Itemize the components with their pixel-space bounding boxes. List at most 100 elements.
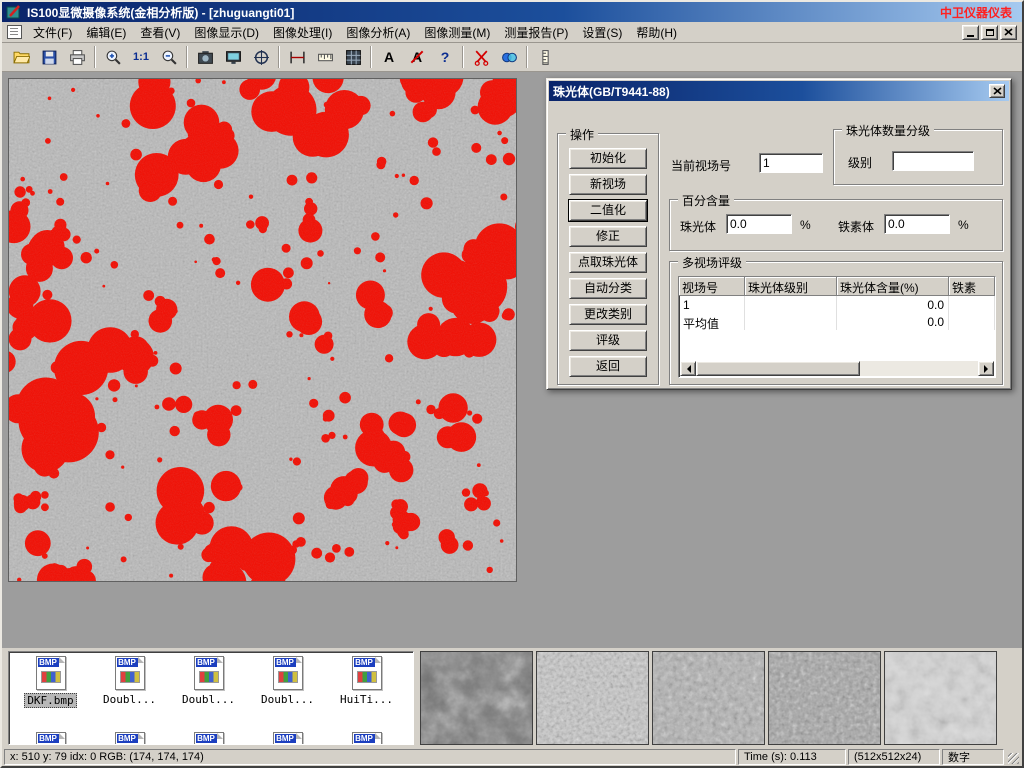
file-item-partial[interactable]: BMP: [169, 732, 248, 745]
header-level: 珠光体级别: [745, 277, 837, 296]
current-field-input[interactable]: [759, 153, 823, 173]
resize-grip[interactable]: [1006, 749, 1020, 765]
header-pearlite-content: 珠光体含量(%): [837, 277, 949, 296]
mdi-child-controls: [962, 25, 1019, 40]
ferrite-percent-input[interactable]: [884, 214, 950, 234]
correct-button[interactable]: 修正: [569, 226, 647, 247]
file-item[interactable]: BMP Doubl...: [169, 656, 248, 708]
menu-image-process[interactable]: 图像处理(I): [266, 22, 339, 43]
binarize-button[interactable]: 二值化: [569, 200, 647, 221]
new-field-button[interactable]: 新视场: [569, 174, 647, 195]
menu-edit[interactable]: 编辑(E): [79, 22, 133, 43]
menu-file[interactable]: 文件(F): [26, 22, 79, 43]
file-name: HuiTi...: [337, 693, 396, 706]
pearlite-percent-input[interactable]: [726, 214, 792, 234]
thumbnail[interactable]: [536, 651, 649, 745]
cell-ferrite: [949, 296, 995, 313]
menu-settings[interactable]: 设置(S): [575, 22, 629, 43]
font-style-icon[interactable]: A: [404, 45, 430, 69]
file-item[interactable]: BMP Doubl...: [248, 656, 327, 708]
dialog-close-button[interactable]: [989, 84, 1005, 98]
child-close-button[interactable]: [1000, 25, 1017, 40]
specimen-image[interactable]: [8, 78, 517, 582]
calipers-icon[interactable]: [284, 45, 310, 69]
thumbnail-strip: [420, 651, 997, 745]
file-name: Doubl...: [179, 693, 238, 706]
toolbar-separator: [462, 46, 464, 68]
child-restore-button[interactable]: [981, 25, 998, 40]
menu-report[interactable]: 测量报告(P): [497, 22, 575, 43]
pick-pearlite-button[interactable]: 点取珠光体: [569, 252, 647, 273]
target-icon[interactable]: [248, 45, 274, 69]
toolbar-separator: [278, 46, 280, 68]
child-minimize-button[interactable]: [962, 25, 979, 40]
color-select-icon[interactable]: [496, 45, 522, 69]
thumbnail[interactable]: [884, 651, 997, 745]
font-icon[interactable]: A: [376, 45, 402, 69]
app-icon: [6, 4, 22, 20]
file-item[interactable]: BMP HuiTi...: [327, 656, 406, 708]
return-button[interactable]: 返回: [569, 356, 647, 377]
menu-view[interactable]: 查看(V): [133, 22, 187, 43]
save-icon[interactable]: [36, 45, 62, 69]
dialog-title-bar: 珠光体(GB/T9441-88): [549, 81, 1009, 101]
bmp-file-icon: BMP: [115, 656, 145, 690]
initialize-button[interactable]: 初始化: [569, 148, 647, 169]
file-item[interactable]: BMP DKF.bmp: [11, 656, 90, 708]
header-ferrite: 铁素: [949, 277, 995, 296]
toolbar-separator: [186, 46, 188, 68]
file-item-partial[interactable]: BMP: [248, 732, 327, 745]
bmp-file-icon: BMP: [352, 656, 382, 690]
grid-icon[interactable]: [340, 45, 366, 69]
close-icon: [993, 87, 1002, 95]
thumbnail[interactable]: [420, 651, 533, 745]
zoom-in-icon[interactable]: [100, 45, 126, 69]
minimize-icon: [967, 35, 974, 37]
cell-pearlite: 0.0: [837, 296, 949, 313]
print-icon[interactable]: [64, 45, 90, 69]
table-row[interactable]: 平均值 0.0: [679, 313, 995, 330]
bottom-panel: BMP DKF.bmp BMP Doubl... BMP Doubl... BM…: [2, 648, 1022, 748]
scrollbar-thumb[interactable]: [696, 361, 860, 376]
pearlite-dialog: 珠光体(GB/T9441-88) 操作 初始化 新视场 二值化 修正 点取珠光体…: [546, 78, 1012, 390]
percent-group: 百分含量 珠光体 % 铁素体 %: [669, 199, 1003, 251]
toolbar-separator: [526, 46, 528, 68]
file-item-partial[interactable]: BMP: [327, 732, 406, 745]
display-icon[interactable]: [220, 45, 246, 69]
scroll-left-button[interactable]: [680, 361, 696, 376]
scrollbar-track[interactable]: [696, 361, 978, 376]
menu-image-measure[interactable]: 图像测量(M): [417, 22, 497, 43]
zoom-out-icon[interactable]: [156, 45, 182, 69]
dialog-title: 珠光体(GB/T9441-88): [553, 83, 989, 100]
auto-classify-button[interactable]: 自动分类: [569, 278, 647, 299]
change-class-button[interactable]: 更改类别: [569, 304, 647, 325]
bmp-file-icon: BMP: [194, 656, 224, 690]
file-item-partial[interactable]: BMP: [11, 732, 90, 745]
thumbnail[interactable]: [768, 651, 881, 745]
file-item-partial[interactable]: BMP: [90, 732, 169, 745]
capture-icon[interactable]: [192, 45, 218, 69]
vertical-ruler-icon[interactable]: [532, 45, 558, 69]
table-header-row: 视场号 珠光体级别 珠光体含量(%) 铁素: [679, 277, 995, 296]
table-row[interactable]: 1 0.0: [679, 296, 995, 313]
cut-icon[interactable]: [468, 45, 494, 69]
scroll-right-button[interactable]: [978, 361, 994, 376]
grade-input[interactable]: [892, 151, 974, 171]
grade-label: 级别: [848, 154, 872, 171]
scale-icon[interactable]: [312, 45, 338, 69]
file-item[interactable]: BMP Doubl...: [90, 656, 169, 708]
actual-size-icon[interactable]: 1:1: [128, 45, 154, 69]
thumbnail[interactable]: [652, 651, 765, 745]
menu-help[interactable]: 帮助(H): [629, 22, 684, 43]
menu-image-display[interactable]: 图像显示(D): [187, 22, 266, 43]
operations-group: 操作 初始化 新视场 二值化 修正 点取珠光体 自动分类 更改类别 评级 返回: [557, 133, 659, 385]
dialog-body: 操作 初始化 新视场 二值化 修正 点取珠光体 自动分类 更改类别 评级 返回 …: [547, 103, 1011, 389]
menu-image-analysis[interactable]: 图像分析(A): [339, 22, 417, 43]
help-icon[interactable]: ?: [432, 45, 458, 69]
pearlite-label: 珠光体: [680, 218, 716, 235]
application-window: IS100显微摄像系统(金相分析版) - [zhuguangti01] 中卫仪器…: [0, 0, 1024, 768]
document-icon[interactable]: [7, 25, 22, 39]
grade-button[interactable]: 评级: [569, 330, 647, 351]
grading-table: 视场号 珠光体级别 珠光体含量(%) 铁素 1 0.0 平均值: [678, 276, 996, 378]
open-icon[interactable]: [8, 45, 34, 69]
